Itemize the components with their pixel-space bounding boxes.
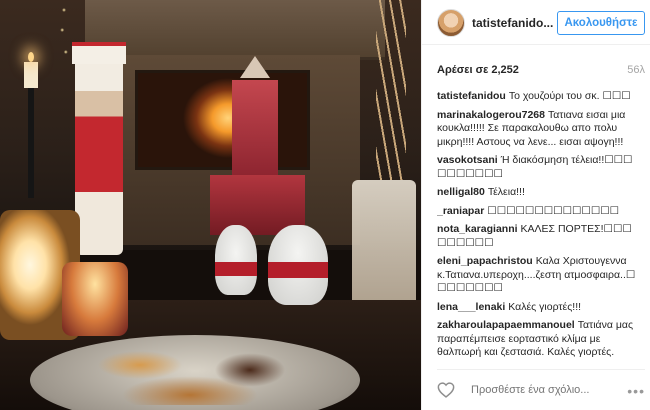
comment-item: tatistefanidou Το χουζούρι του σκ. ☐☐☐ xyxy=(437,90,647,104)
comment-item: zakharoulapapaemmanouel Τατιάνα μας παραπ… xyxy=(437,319,647,360)
comment-item: eleni_papachristou Καλα Χριστουγεννα κ.Τα… xyxy=(437,255,647,296)
post-header: tatistefanido... Ακολουθήστε xyxy=(422,0,650,45)
photo-red-candle xyxy=(62,262,128,336)
likes-count[interactable]: Αρέσει σε 2,252 xyxy=(437,64,519,76)
post-photo[interactable] xyxy=(0,0,421,410)
comment-item: marinakalogerou7268 Τατιανα εισαι μια κου… xyxy=(437,109,647,150)
photo-fire xyxy=(135,70,310,170)
comment-user[interactable]: tatistefanidou xyxy=(437,90,506,102)
photo-small-bunny xyxy=(215,225,257,295)
photo-nutcracker-hat xyxy=(72,42,126,64)
comment-user[interactable]: nota_karagianni xyxy=(437,223,518,235)
photo-taper-candle xyxy=(24,62,38,88)
photo-candlestick xyxy=(28,88,34,198)
post-time[interactable]: 56λ xyxy=(627,64,645,76)
instagram-post: tatistefanido... Ακολουθήστε Αρέσει σε 2… xyxy=(0,0,650,410)
comment-item: nelligal80 Τέλεια!!! xyxy=(437,186,647,200)
photo-nutcracker xyxy=(75,45,123,255)
heart-icon-svg xyxy=(437,382,455,398)
comment-text: ☐☐☐☐☐☐☐☐☐☐☐☐☐☐ xyxy=(487,204,620,217)
comment-text: Καλές γιορτές!!! xyxy=(508,300,582,313)
photo-large-bunny-scarf xyxy=(268,262,328,278)
comment-user[interactable]: eleni_papachristou xyxy=(437,255,533,267)
post-side-panel: tatistefanido... Ακολουθήστε Αρέσει σε 2… xyxy=(421,0,650,410)
comment-user[interactable]: _raniapar xyxy=(437,205,484,217)
photo-reed-sticks xyxy=(376,0,406,180)
follow-button[interactable]: Ακολουθήστε xyxy=(557,11,645,35)
comment-footer: ••• xyxy=(437,369,645,405)
photo-advent-calendar-top xyxy=(232,80,278,175)
heart-icon[interactable] xyxy=(437,382,455,398)
photo-cookies xyxy=(80,335,310,405)
comment-user[interactable]: lena___lenaki xyxy=(437,301,505,313)
comment-list[interactable]: tatistefanidou Το χουζούρι του σκ. ☐☐☐ ma… xyxy=(437,90,647,368)
comment-text: Το χουζούρι του σκ. ☐☐☐ xyxy=(508,90,631,102)
username-link[interactable]: tatistefanido... xyxy=(472,16,553,30)
photo-string-lights xyxy=(55,0,73,75)
comment-user[interactable]: marinakalogerou7268 xyxy=(437,109,545,121)
comment-item: _raniapar ☐☐☐☐☐☐☐☐☐☐☐☐☐☐ xyxy=(437,205,647,219)
comment-item: lena___lenaki Καλές γιορτές!!! xyxy=(437,301,647,315)
comment-text: Τέλεια!!! xyxy=(487,186,525,198)
comment-input[interactable] xyxy=(471,382,645,398)
avatar[interactable] xyxy=(437,9,465,37)
comment-user[interactable]: nelligal80 xyxy=(437,186,485,198)
comment-user[interactable]: zakharoulapapaemmanouel xyxy=(437,319,575,331)
likes-row: Αρέσει σε 2,252 56λ xyxy=(437,64,645,80)
comment-user[interactable]: vasokotsani xyxy=(437,154,498,166)
photo-candle-flame xyxy=(28,52,34,62)
photo-small-bunny-scarf xyxy=(215,262,257,276)
photo-advent-calendar-roof xyxy=(240,56,270,78)
photo-mantel xyxy=(85,0,385,60)
comment-item: nota_karagianni ΚΑΛΕΣ ΠΟΡΤΕΣ!☐☐☐ ☐☐☐☐☐☐ xyxy=(437,223,647,250)
more-options-icon[interactable]: ••• xyxy=(627,383,645,399)
comment-item: vasokotsani Ή διακόσμηση τέλεια!!☐☐☐ ☐☐☐☐… xyxy=(437,154,647,181)
